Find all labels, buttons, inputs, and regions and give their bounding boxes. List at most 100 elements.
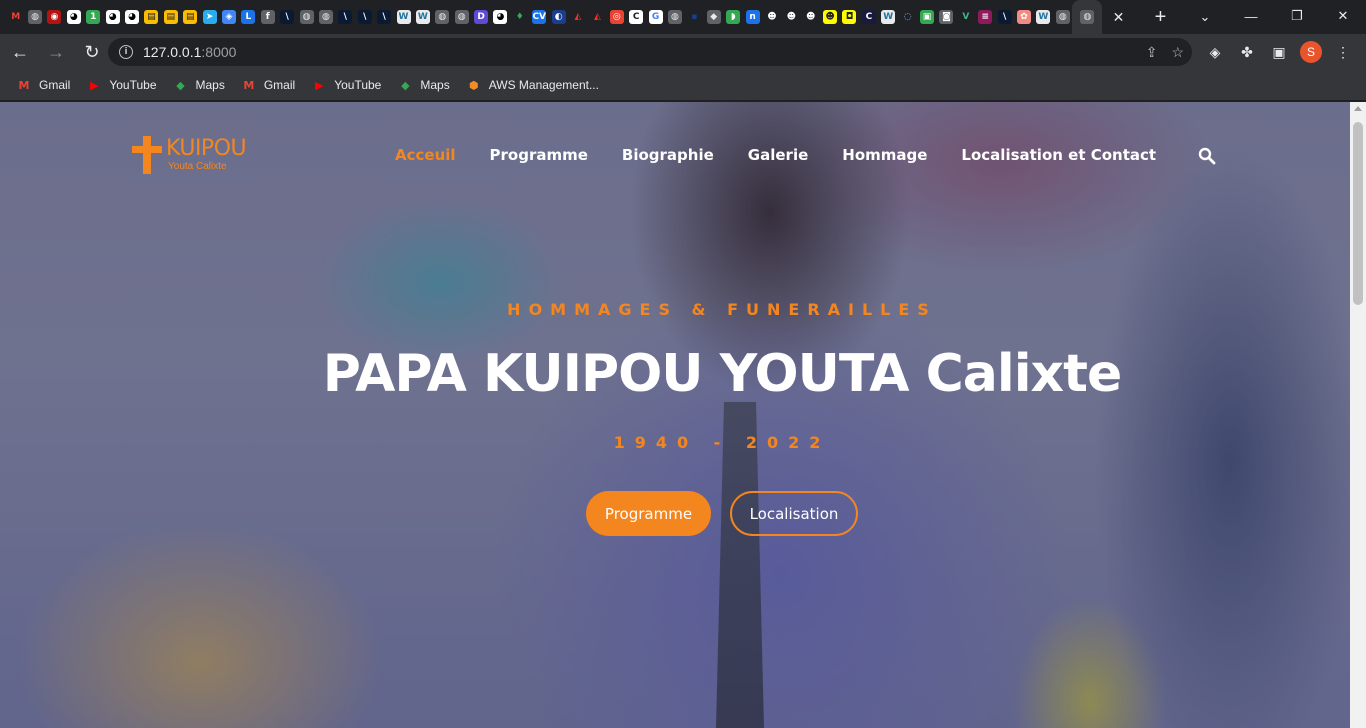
app-c-icon: C bbox=[861, 10, 876, 24]
browser-tab[interactable]: ▤ bbox=[142, 0, 161, 34]
tab-search-button[interactable]: ⌄ bbox=[1192, 4, 1218, 30]
back-button[interactable]: ← bbox=[4, 36, 36, 68]
browser-tab[interactable]: ◍ bbox=[297, 0, 316, 34]
browser-tab[interactable]: CV bbox=[530, 0, 549, 34]
browser-tab[interactable]: ▣ bbox=[917, 0, 936, 34]
browser-tab[interactable]: ◭ bbox=[568, 0, 587, 34]
bookmark-label: Maps bbox=[420, 78, 450, 92]
browser-tab[interactable]: V bbox=[956, 0, 975, 34]
browser-tab[interactable]: C bbox=[859, 0, 878, 34]
profile-avatar[interactable]: S bbox=[1300, 41, 1322, 63]
bookmark-item[interactable]: ▶ YouTube bbox=[305, 72, 387, 98]
close-tab-button[interactable]: ✕ bbox=[1104, 3, 1132, 31]
browser-tab[interactable]: ◍ bbox=[665, 0, 684, 34]
browser-tab[interactable]: ◍ bbox=[25, 0, 44, 34]
forward-button[interactable]: → bbox=[40, 36, 72, 68]
browser-tab[interactable]: ▤ bbox=[181, 0, 200, 34]
browser-tab[interactable]: ◈ bbox=[219, 0, 238, 34]
wordpress-icon: W bbox=[415, 10, 430, 24]
browser-tab[interactable]: ☻ bbox=[782, 0, 801, 34]
page-scrollbar[interactable] bbox=[1350, 102, 1366, 728]
reload-button[interactable]: ↻ bbox=[76, 36, 108, 68]
browser-tab[interactable]: W bbox=[394, 0, 413, 34]
bookmark-star-icon[interactable]: ☆ bbox=[1171, 44, 1184, 61]
puzzle-icon[interactable]: ✤ bbox=[1236, 41, 1258, 63]
browser-tab[interactable]: G bbox=[646, 0, 665, 34]
browser-tab[interactable]: n bbox=[743, 0, 762, 34]
browser-tab[interactable]: \ bbox=[277, 0, 296, 34]
close-window-button[interactable]: ✕ bbox=[1320, 0, 1366, 32]
browser-tab[interactable]: W bbox=[1034, 0, 1053, 34]
new-tab-button[interactable]: + bbox=[1146, 3, 1174, 31]
localisation-button[interactable]: Localisation bbox=[730, 491, 858, 536]
share-icon[interactable]: ⇪ bbox=[1146, 44, 1158, 61]
browser-tab[interactable]: W bbox=[413, 0, 432, 34]
browser-tab[interactable]: ◍ bbox=[452, 0, 471, 34]
browser-tab[interactable]: ♦ bbox=[510, 0, 529, 34]
bookmark-item[interactable]: M Gmail bbox=[10, 72, 76, 98]
browser-tab[interactable]: ☻ bbox=[801, 0, 820, 34]
browser-tab[interactable]: ◕ bbox=[122, 0, 141, 34]
programme-button[interactable]: Programme bbox=[586, 491, 711, 536]
browser-tab[interactable]: ◘ bbox=[840, 0, 859, 34]
bookmark-item[interactable]: M Gmail bbox=[235, 72, 301, 98]
active-tab[interactable]: ◍ bbox=[1072, 0, 1103, 34]
browser-tab[interactable]: \ bbox=[336, 0, 355, 34]
browser-tab[interactable]: ▤ bbox=[161, 0, 180, 34]
hero-dates: 1940 - 2022 bbox=[613, 433, 831, 452]
browser-tab[interactable]: ◌ bbox=[898, 0, 917, 34]
bookmark-item[interactable]: ▶ YouTube bbox=[80, 72, 162, 98]
browser-tab[interactable]: ◍ bbox=[1053, 0, 1072, 34]
minimize-button[interactable]: — bbox=[1228, 0, 1274, 32]
browser-tab[interactable]: M bbox=[6, 0, 25, 34]
bookmark-label: YouTube bbox=[109, 78, 157, 92]
scrollbar-thumb[interactable] bbox=[1353, 122, 1363, 305]
browser-tab[interactable]: W bbox=[879, 0, 898, 34]
browser-tab[interactable]: \ bbox=[374, 0, 393, 34]
wordpress-icon: W bbox=[881, 10, 896, 24]
browser-tab[interactable]: ☻ bbox=[762, 0, 781, 34]
browser-tab[interactable]: ◭ bbox=[588, 0, 607, 34]
browser-tab[interactable]: ◍ bbox=[433, 0, 452, 34]
slash-icon: \ bbox=[338, 10, 353, 24]
browser-tab[interactable]: f bbox=[258, 0, 277, 34]
slash-icon: \ bbox=[377, 10, 392, 24]
browser-tab[interactable]: L bbox=[239, 0, 258, 34]
bookmark-item[interactable]: ◆ Maps bbox=[167, 72, 231, 98]
url-text[interactable]: 127.0.0.1:8000 bbox=[143, 44, 236, 60]
browser-tab[interactable]: 1 bbox=[84, 0, 103, 34]
bookmark-item[interactable]: ⬢ AWS Management... bbox=[460, 72, 605, 98]
extension-icon[interactable]: ◈ bbox=[1204, 41, 1226, 63]
site-info-icon[interactable]: i bbox=[119, 45, 133, 59]
cv-icon: CV bbox=[532, 10, 547, 24]
browser-tab[interactable]: \ bbox=[355, 0, 374, 34]
browser-tab[interactable]: ◗ bbox=[723, 0, 742, 34]
side-panel-icon[interactable]: ▣ bbox=[1268, 41, 1290, 63]
browser-tab[interactable]: ➤ bbox=[200, 0, 219, 34]
browser-tab[interactable]: ◐ bbox=[549, 0, 568, 34]
menu-kebab-icon[interactable]: ⋮ bbox=[1332, 41, 1354, 63]
browser-tab[interactable]: ◆ bbox=[704, 0, 723, 34]
browser-tab[interactable]: ◉ bbox=[45, 0, 64, 34]
globe-icon: ◍ bbox=[28, 10, 43, 24]
restore-button[interactable]: ❐ bbox=[1274, 0, 1320, 32]
slash-icon: \ bbox=[280, 10, 295, 24]
browser-tab[interactable]: ▪ bbox=[685, 0, 704, 34]
browser-tab[interactable]: ☻ bbox=[820, 0, 839, 34]
globe-icon: ◍ bbox=[1080, 10, 1095, 24]
browser-tab[interactable]: ◍ bbox=[316, 0, 335, 34]
browser-tab[interactable]: \ bbox=[995, 0, 1014, 34]
browser-tab[interactable]: ≡ bbox=[976, 0, 995, 34]
browser-tab[interactable]: ◕ bbox=[64, 0, 83, 34]
address-bar[interactable]: i 127.0.0.1:8000 ⇪ ☆ bbox=[108, 38, 1192, 66]
browser-tab[interactable]: ◕ bbox=[103, 0, 122, 34]
browser-tab[interactable]: ◕ bbox=[491, 0, 510, 34]
bookmark-item[interactable]: ◆ Maps bbox=[391, 72, 455, 98]
browser-tab[interactable]: D bbox=[471, 0, 490, 34]
url-host: 127.0.0.1 bbox=[143, 44, 202, 60]
scroll-up-arrow-icon[interactable] bbox=[1354, 106, 1362, 111]
browser-tab[interactable]: ◎ bbox=[607, 0, 626, 34]
browser-tab[interactable]: ✿ bbox=[1014, 0, 1033, 34]
browser-tab[interactable]: ◙ bbox=[937, 0, 956, 34]
browser-tab[interactable]: C bbox=[627, 0, 646, 34]
